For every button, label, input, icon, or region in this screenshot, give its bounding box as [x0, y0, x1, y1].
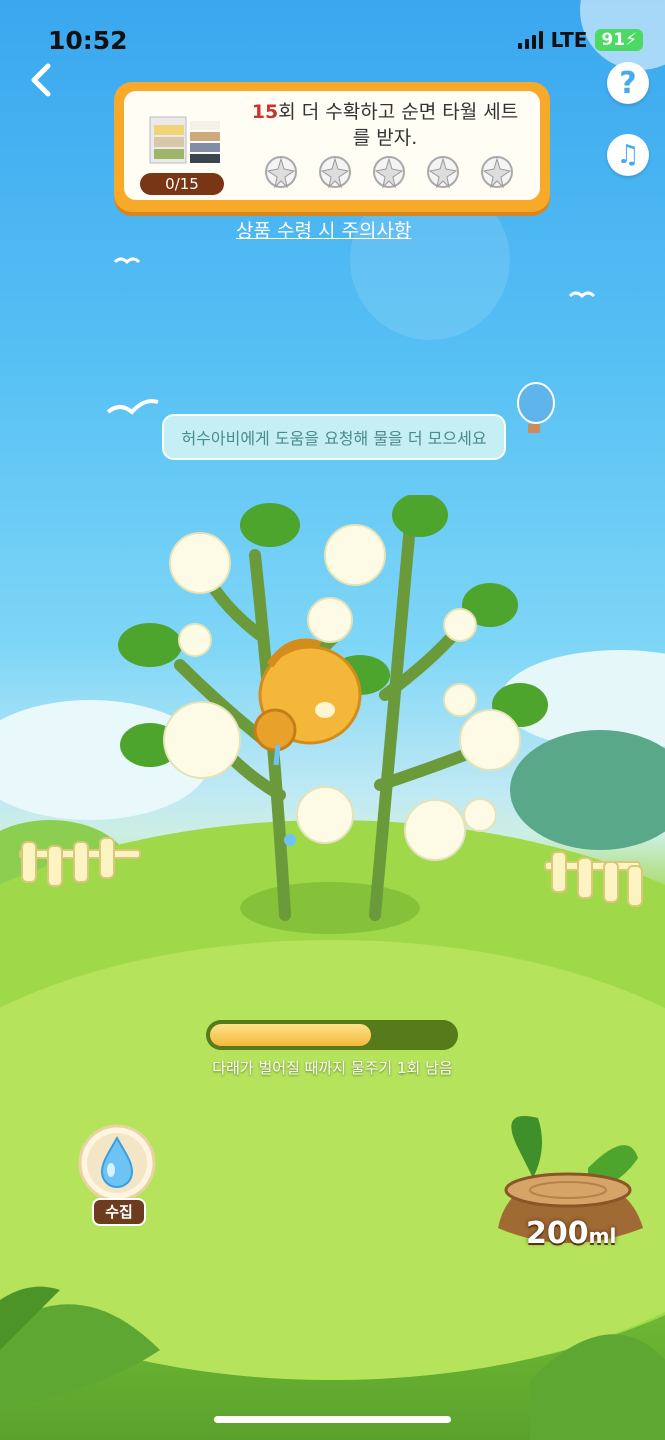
- reward-message-text: 회 더 수확하고 순면 타월 세트를 받자.: [278, 101, 519, 149]
- water-amount: 200ml: [526, 1216, 616, 1251]
- reward-count: 15: [251, 101, 279, 123]
- water-drop-icon: [78, 1124, 156, 1202]
- water-amount-value: 200: [526, 1216, 589, 1251]
- reward-card[interactable]: 0/15 15회 더 수확하고 순면 타월 세트를 받자.: [114, 82, 550, 212]
- towel-set-image: [149, 116, 220, 164]
- network-label: LTE: [550, 28, 588, 52]
- water-amount-unit: ml: [588, 1224, 617, 1248]
- growth-caption: 다래가 벌어질 때까지 물주기 1회 남음: [212, 1059, 453, 1077]
- home-indicator[interactable]: [214, 1416, 451, 1423]
- status-indicators: LTE 91⚡: [517, 28, 643, 52]
- growth-progress-fill: [210, 1024, 372, 1046]
- hint-bubble: 허수아비에게 도움을 요청해 물을 더 모으세요: [162, 414, 506, 460]
- reward-message: 15회 더 수확하고 순면 타월 세트를 받자.: [250, 99, 520, 151]
- help-button[interactable]: ?: [607, 62, 649, 104]
- bird-icon: [113, 257, 141, 265]
- status-time: 10:52: [48, 26, 128, 55]
- cotton-plant[interactable]: [110, 495, 550, 935]
- balloon-icon: [517, 382, 555, 433]
- battery-icon: 91⚡: [595, 29, 643, 51]
- collect-label: 수집: [92, 1198, 146, 1226]
- cotton-slot-icon: [481, 156, 513, 189]
- music-note-icon: ♫: [616, 140, 640, 170]
- back-button[interactable]: [22, 60, 62, 100]
- cotton-slot-icon: [319, 156, 351, 189]
- reward-card-inner: 0/15 15회 더 수확하고 순면 타월 세트를 받자.: [124, 91, 540, 200]
- harvest-progress: 0/15: [140, 173, 224, 195]
- cotton-slot-icon: [427, 156, 459, 189]
- notice-link[interactable]: 상품 수령 시 주의사항: [236, 216, 411, 243]
- music-button[interactable]: ♫: [607, 134, 649, 176]
- growth-progress-bar: [206, 1020, 458, 1050]
- signal-icon: [517, 31, 543, 49]
- help-icon: ?: [619, 65, 637, 101]
- cotton-slot-icon: [373, 156, 405, 189]
- back-icon: [31, 63, 51, 97]
- harvest-slots: [260, 151, 518, 193]
- cotton-slot-icon: [265, 156, 297, 189]
- water-drop-icon: [284, 834, 296, 846]
- collect-button[interactable]: 수집: [78, 1124, 156, 1230]
